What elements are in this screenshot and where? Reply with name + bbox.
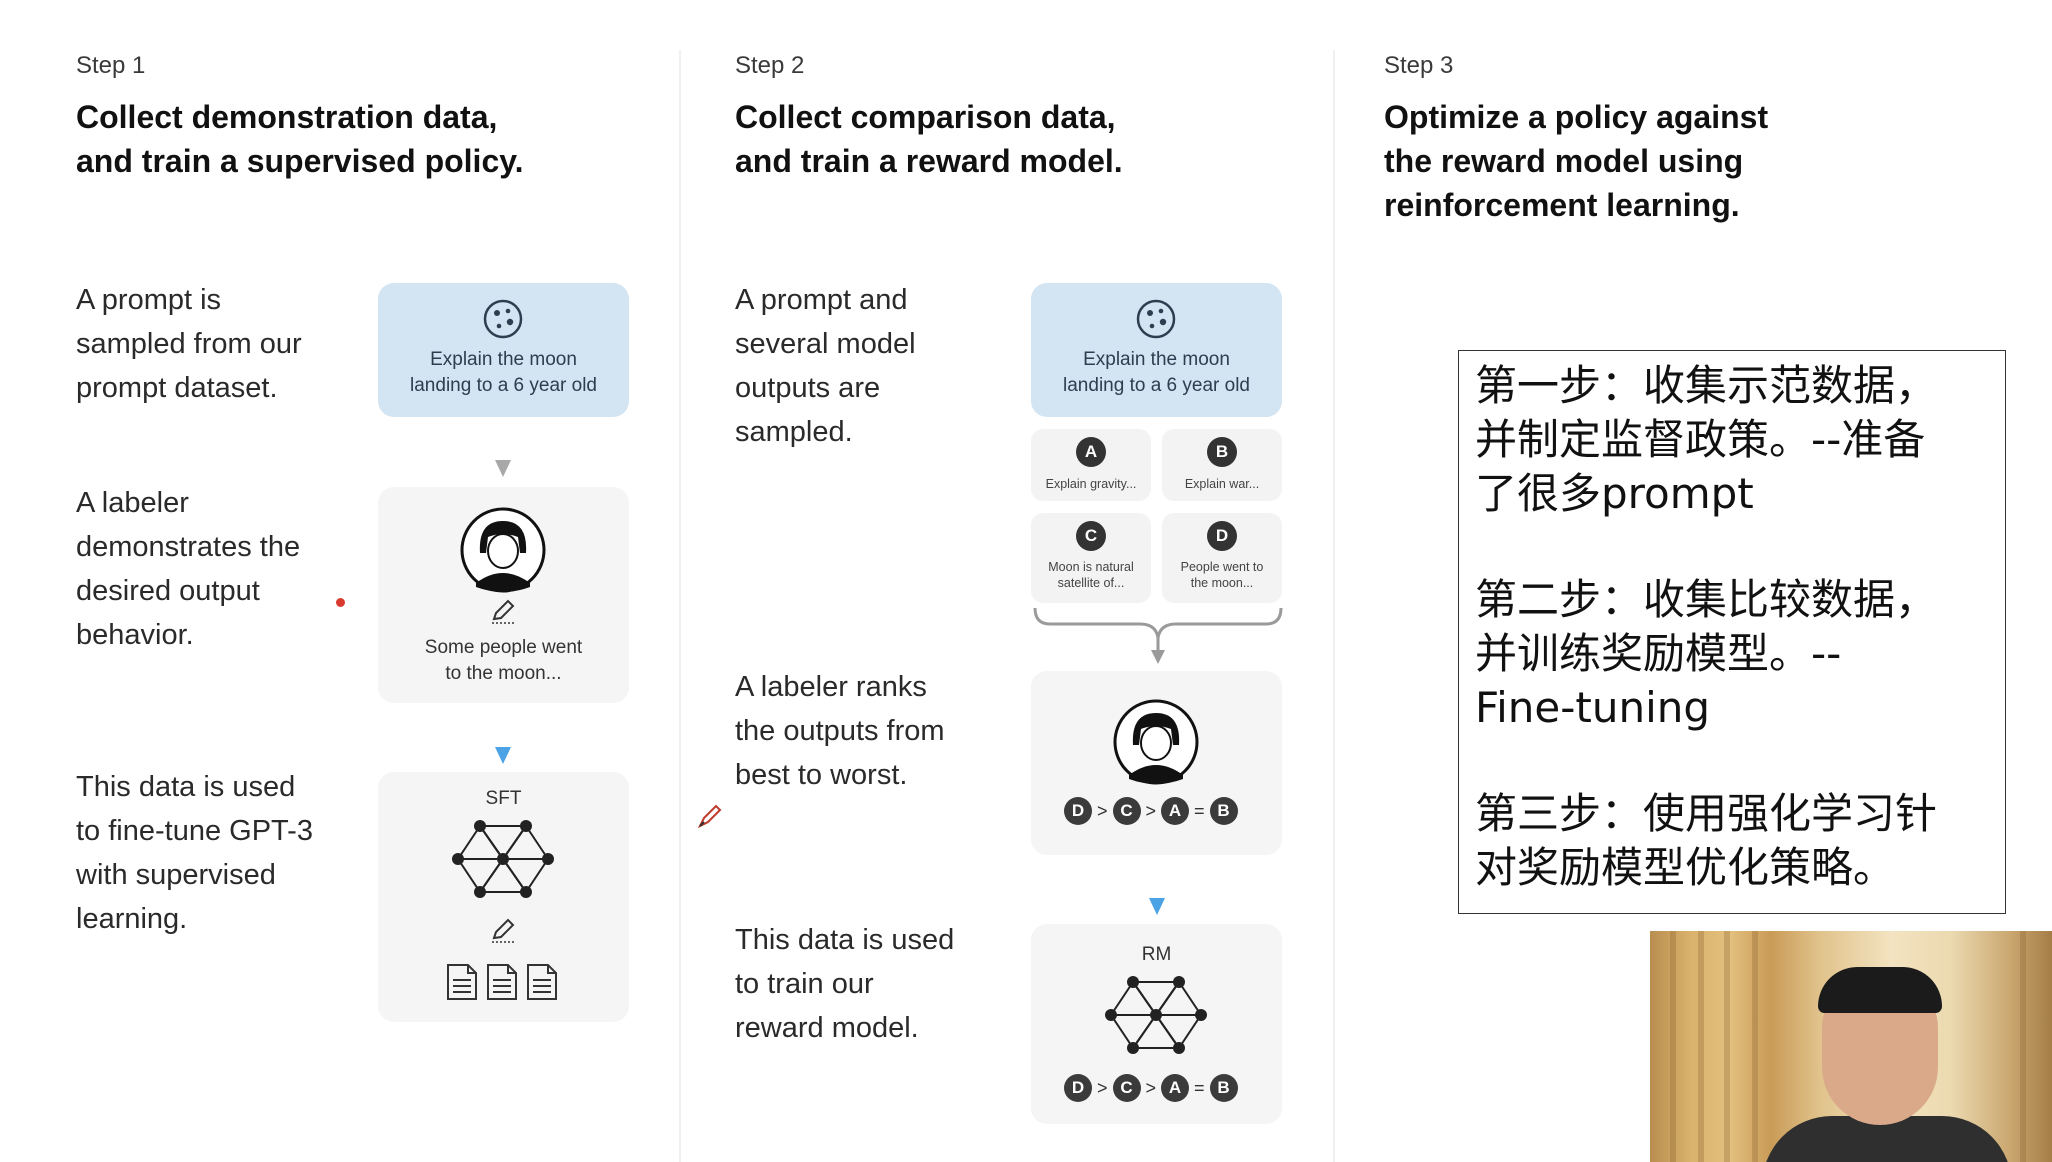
rm-ranking-row: D > C > A = B — [1064, 1074, 1238, 1102]
rank-item: A — [1161, 1074, 1190, 1102]
step2-title: Collect comparison data, and train a rew… — [735, 99, 1123, 179]
output-card-a: A Explain gravity... — [1031, 429, 1151, 501]
pencil-icon — [492, 599, 515, 624]
rank-operator: = — [1194, 1077, 1205, 1098]
step1-title: Collect demonstration data, and train a … — [76, 99, 524, 179]
neural-network-icon — [452, 820, 554, 898]
step1-label: Step 1 — [76, 52, 146, 79]
rank-item: D — [1064, 1074, 1092, 1102]
step2-prompt-text: Explain the moon landing to a 6 year old — [1063, 349, 1250, 396]
output-letter-d: D — [1207, 521, 1237, 551]
moon-icon — [1136, 299, 1176, 339]
output-letter-a: A — [1076, 437, 1106, 467]
curtain-stripe — [2020, 931, 2026, 1162]
annotation-note-box: 第一步：收集示范数据， 并制定监督政策。--准备 了很多prompt 第二步：收… — [1458, 350, 2006, 914]
step2-desc-1: A prompt and several model outputs are s… — [735, 284, 916, 448]
step1-desc-2: A labeler demonstrates the desired outpu… — [76, 487, 301, 651]
rank-item: D — [1064, 797, 1092, 825]
neural-network-icon — [1105, 976, 1207, 1054]
output-text-d: People went to the moon... — [1180, 560, 1264, 590]
step1-prompt-card: Explain the moon landing to a 6 year old — [378, 283, 629, 417]
step2-arrow — [1149, 898, 1165, 915]
laser-pointer-dot — [336, 598, 345, 607]
column-divider-2 — [1333, 50, 1335, 1162]
curtain-stripe — [1698, 931, 1704, 1162]
step2-ranking-card: D > C > A = B — [1031, 671, 1282, 855]
rank-operator: > — [1097, 800, 1108, 821]
step2-label: Step 2 — [735, 52, 805, 79]
output-letter-b: B — [1207, 437, 1237, 467]
output-card-b: B Explain war... — [1162, 429, 1282, 501]
output-letter-c: C — [1076, 521, 1106, 551]
rank-operator: > — [1145, 1077, 1157, 1098]
rank-operator: > — [1097, 1077, 1108, 1098]
step3-label: Step 3 — [1384, 52, 1454, 79]
step1-prompt-text: Explain the moon landing to a 6 year old — [410, 349, 597, 396]
labeler-avatar-icon — [1113, 699, 1199, 785]
presenter-hair — [1818, 967, 1942, 1013]
step1-labeler-card: Some people went to the moon... — [378, 487, 629, 703]
curtain-stripe — [1724, 931, 1730, 1162]
output-card-d: D People went to the moon... — [1162, 513, 1282, 603]
step1-arrow-1 — [495, 460, 511, 477]
curtain-stripe — [1670, 931, 1676, 1162]
step1-desc-3: This data is used to fine-tune GPT-3 wit… — [76, 771, 313, 935]
rank-item: A — [1161, 797, 1190, 825]
ranking-row: D > C > A = B — [1064, 797, 1238, 825]
labeler-avatar-icon — [460, 507, 546, 593]
column-divider-1 — [679, 50, 681, 1162]
rank-item: C — [1112, 797, 1141, 825]
rank-item: B — [1209, 797, 1238, 825]
step2-rm-card: RM D > C > A = B — [1031, 924, 1282, 1124]
output-card-c: C Moon is natural satellite of... — [1031, 513, 1151, 603]
pen-cursor-icon — [697, 804, 722, 829]
note-step2: 第二步：收集比较数据， 并训练奖励模型。-- Fine-tuning — [1475, 575, 1938, 732]
rank-item: C — [1112, 1074, 1141, 1102]
step2-desc-2: A labeler ranks the outputs from best to… — [735, 671, 945, 791]
step2-desc-3: This data is used to train our reward mo… — [735, 924, 955, 1044]
step2-prompt-card: Explain the moon landing to a 6 year old — [1031, 283, 1282, 417]
step1-arrow-2 — [495, 747, 511, 764]
curtain-stripe — [1752, 931, 1758, 1162]
step1-sft-card: SFT — [378, 772, 629, 1022]
rank-item: B — [1209, 1074, 1238, 1102]
moon-icon — [483, 299, 523, 339]
step1-desc-1: A prompt is sampled from our prompt data… — [76, 284, 302, 404]
pencil-icon — [492, 918, 515, 943]
sft-label: SFT — [485, 788, 522, 809]
rank-operator: > — [1145, 800, 1157, 821]
rank-operator: = — [1194, 800, 1205, 821]
merge-bracket — [1033, 607, 1283, 664]
output-text-b: Explain war... — [1184, 477, 1260, 491]
step3-title: Optimize a policy against the reward mod… — [1384, 99, 1769, 223]
output-text-a: Explain gravity... — [1045, 477, 1137, 491]
step1-labeler-text: Some people went to the moon... — [424, 637, 583, 684]
webcam-video — [1650, 931, 2052, 1162]
output-text-c: Moon is natural satellite of... — [1048, 560, 1134, 590]
document-icon — [447, 964, 557, 1000]
rm-label: RM — [1141, 944, 1172, 965]
note-step3: 第三步：使用强化学习针 对奖励模型优化策略。 — [1475, 789, 1938, 892]
note-step1: 第一步：收集示范数据， 并制定监督政策。--准备 了很多prompt — [1475, 361, 1938, 518]
